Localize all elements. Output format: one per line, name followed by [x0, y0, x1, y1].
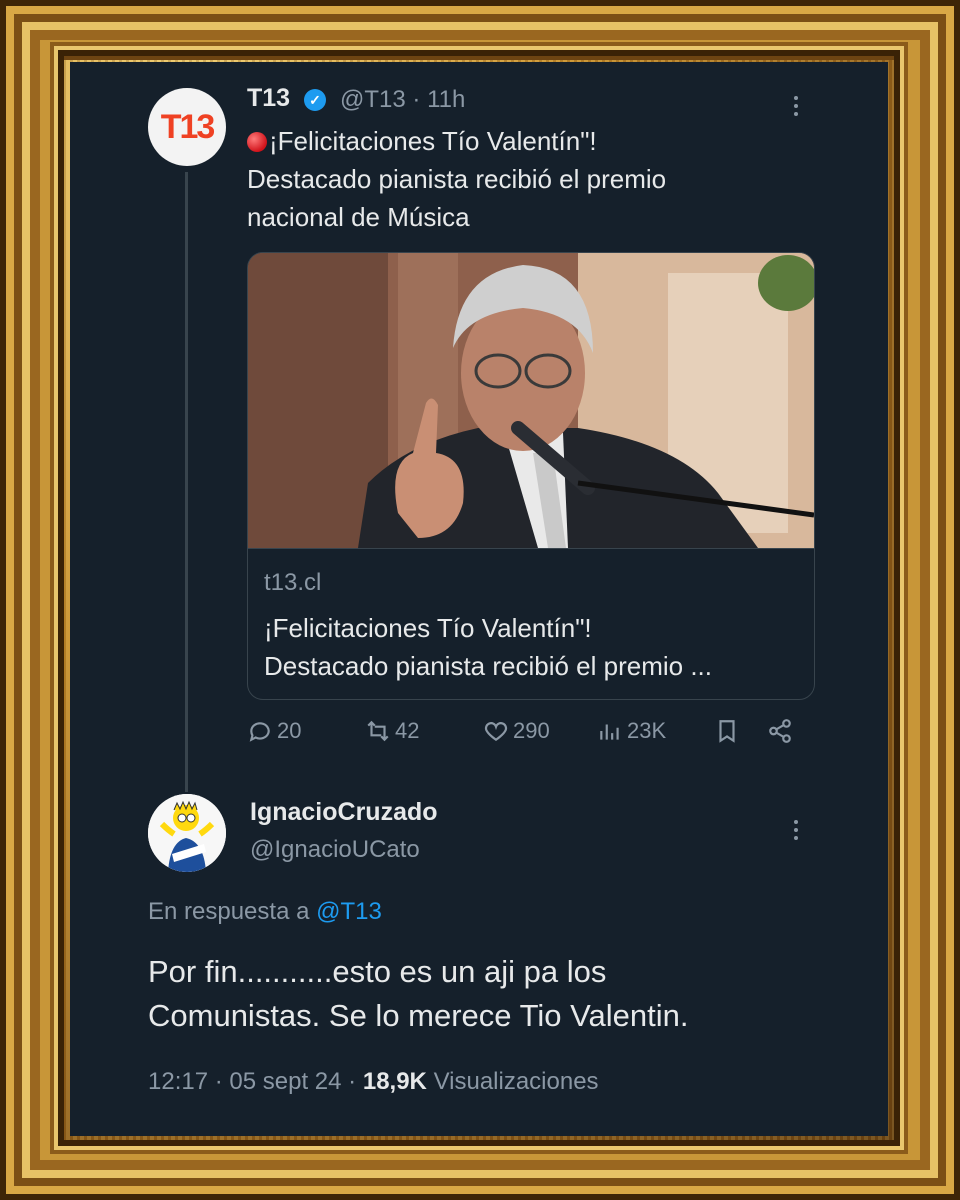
tweet-author-name[interactable]: T13	[247, 84, 290, 113]
reply-handle[interactable]: @IgnacioUCato	[250, 836, 420, 864]
reply-to-line: En respuesta a @T13	[148, 898, 382, 925]
more-icon[interactable]	[794, 816, 798, 844]
ignacio-avatar[interactable]	[148, 794, 226, 872]
verified-badge-icon: ✓	[304, 89, 326, 111]
share-button[interactable]	[767, 718, 797, 744]
reply-text: Por fin...........esto es un aji pa los …	[148, 954, 689, 1033]
reply-date[interactable]: 05 sept 24	[229, 1068, 341, 1095]
reply-views-label: Visualizaciones	[433, 1068, 599, 1095]
reply-author-name[interactable]: IgnacioCruzado	[250, 798, 438, 827]
card-image	[248, 253, 814, 548]
reply-views-count: 18,9K	[362, 1068, 427, 1095]
thread-line	[185, 172, 188, 792]
tweet-actions: 20 42 290 23K	[247, 718, 807, 754]
card-divider	[248, 548, 814, 549]
retweet-icon	[367, 720, 389, 742]
retweet-count: 42	[395, 718, 420, 743]
views-button[interactable]: 23K	[597, 718, 666, 744]
red-circle-icon	[247, 132, 267, 152]
tweet-screenshot: T13 T13 ✓ @T13 · 11h ¡Felicitaciones Tío…	[70, 62, 888, 1136]
share-icon	[769, 719, 791, 743]
tweet-handle[interactable]: @T13 · 11h	[340, 86, 465, 114]
like-button[interactable]: 290	[483, 718, 550, 744]
like-icon	[484, 722, 508, 741]
like-count: 290	[513, 718, 550, 743]
reply-button[interactable]: 20	[247, 718, 301, 744]
more-icon[interactable]	[794, 92, 798, 120]
bookmark-icon	[719, 720, 735, 743]
t13-logo: T13	[160, 107, 216, 146]
views-count: 23K	[627, 718, 667, 743]
card-title: ¡Felicitaciones Tío Valentín"! Destacado…	[264, 613, 713, 681]
reply-to-link[interactable]: @T13	[316, 898, 382, 925]
t13-avatar[interactable]: T13	[148, 88, 226, 166]
reply-count: 20	[277, 718, 302, 743]
retweet-button[interactable]: 42	[365, 718, 419, 744]
link-card[interactable]: t13.cl ¡Felicitaciones Tío Valentín"! De…	[247, 252, 815, 700]
card-domain: t13.cl	[264, 569, 322, 596]
views-icon	[600, 724, 619, 740]
reply-icon	[249, 722, 270, 742]
reply-meta: 12:17 · 05 sept 24 · 18,9K Visualizacion…	[148, 1068, 599, 1095]
reply-time[interactable]: 12:17	[148, 1068, 208, 1095]
bookmark-button[interactable]	[714, 718, 744, 744]
tweet-text: ¡Felicitaciones Tío Valentín"! Destacado…	[247, 126, 667, 232]
